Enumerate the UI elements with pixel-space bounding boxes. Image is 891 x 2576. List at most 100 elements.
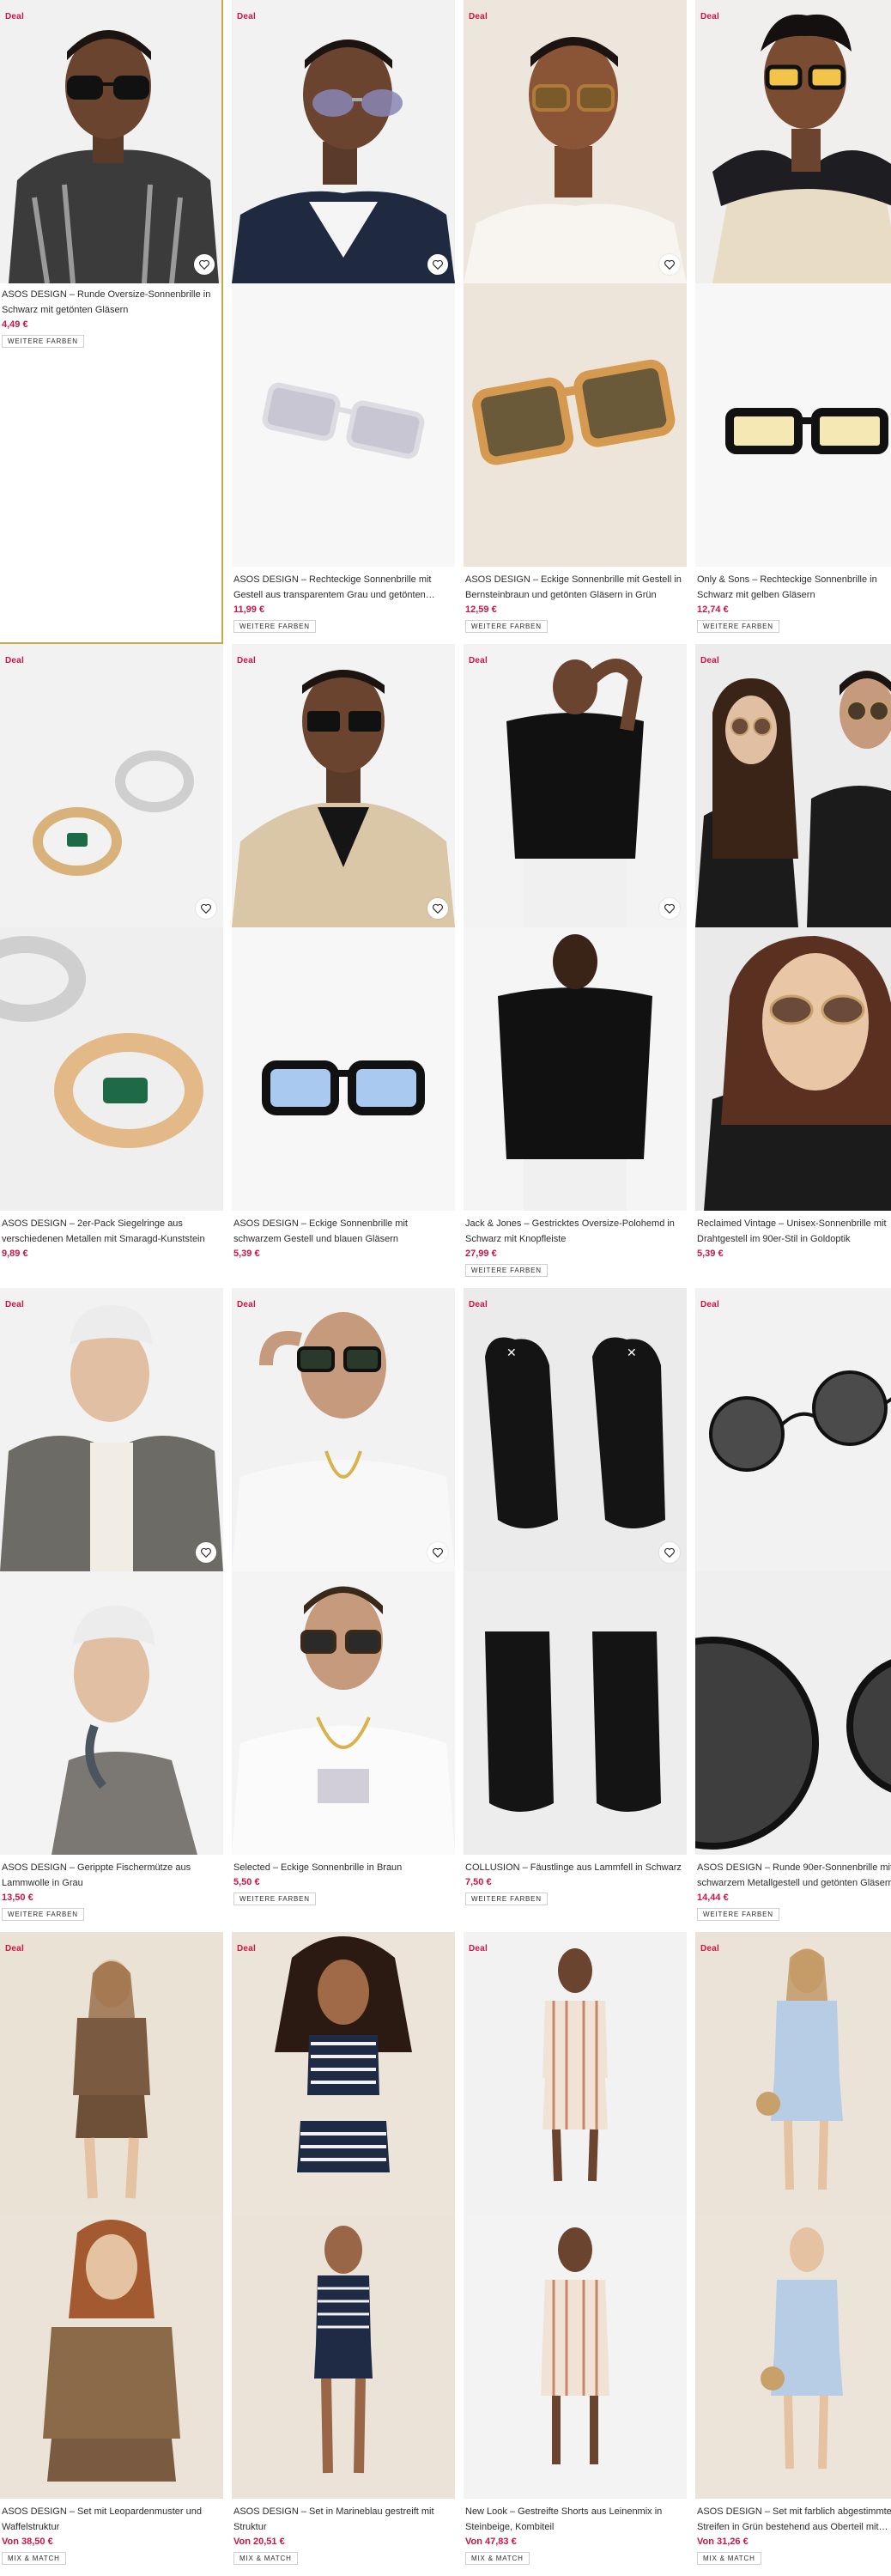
- product-card[interactable]: Deal ASOS DESIGN – Eckige Sonnenbrille m…: [464, 0, 687, 644]
- more-colors-pill[interactable]: WEITERE FARBEN: [233, 620, 316, 633]
- product-title[interactable]: Jack & Jones – Gestricktes Oversize-Polo…: [465, 1216, 683, 1247]
- product-card[interactable]: Deal Reclaimed Vintage – Unisex-Sonnenbr…: [695, 644, 891, 1288]
- product-image[interactable]: Deal: [0, 0, 221, 283]
- product-card[interactable]: Deal ASOS DESIGN – Set mit farblich abge…: [695, 1932, 891, 2576]
- product-price: 5,39 €: [233, 1249, 260, 1259]
- deal-badge: Deal: [5, 1944, 24, 1953]
- product-card[interactable]: Deal Jack & Jones – Gestricktes Oversize…: [464, 644, 687, 1288]
- product-image[interactable]: Deal: [464, 644, 687, 1211]
- model-photo: [695, 0, 891, 283]
- mix-match-pill[interactable]: MIX & MATCH: [2, 2552, 66, 2565]
- product-image[interactable]: Deal: [0, 644, 223, 1211]
- product-image[interactable]: Deal: [695, 0, 891, 567]
- model-photo: [232, 644, 455, 927]
- model-photo: [695, 644, 891, 927]
- product-image[interactable]: Deal: [695, 644, 891, 1211]
- product-price: 13,50 €: [2, 1893, 33, 1903]
- more-colors-pill[interactable]: WEITERE FARBEN: [2, 335, 84, 348]
- product-title[interactable]: Reclaimed Vintage – Unisex-Sonnenbrille …: [697, 1216, 891, 1247]
- save-heart-icon[interactable]: [659, 1542, 680, 1563]
- product-title[interactable]: ASOS DESIGN – Gerippte Fischermütze aus …: [2, 1860, 220, 1891]
- model-photo: [232, 1288, 455, 1571]
- product-card[interactable]: Deal ASOS DESIGN – Rechteckige Sonnenbri…: [232, 0, 455, 644]
- product-card[interactable]: Deal Only & Sons – Rechteckige Sonnenbri…: [695, 0, 891, 644]
- product-title[interactable]: ASOS DESIGN – Eckige Sonnenbrille mit Ge…: [465, 572, 683, 603]
- product-info: ASOS DESIGN – Eckige Sonnenbrille mit Ge…: [464, 567, 687, 633]
- product-title[interactable]: COLLUSION – Fäustlinge aus Lammfell in S…: [465, 1860, 683, 1875]
- product-info: ASOS DESIGN – Runde Oversize-Sonnenbrill…: [0, 283, 221, 348]
- product-card[interactable]: Deal ASOS DESIGN – Gerippte Fischermütze…: [0, 1288, 223, 1932]
- product-info: Reclaimed Vintage – Unisex-Sonnenbrille …: [695, 1211, 891, 1259]
- product-image[interactable]: Deal: [695, 1288, 891, 1855]
- product-title[interactable]: ASOS DESIGN – Set mit Leopardenmuster un…: [2, 2504, 220, 2535]
- save-heart-icon[interactable]: [194, 254, 215, 275]
- product-image[interactable]: Deal: [232, 1288, 455, 1855]
- more-colors-pill[interactable]: WEITERE FARBEN: [465, 620, 548, 633]
- more-colors-pill[interactable]: WEITERE FARBEN: [2, 1908, 84, 1921]
- model-photo: [0, 1932, 223, 2215]
- deal-badge: Deal: [469, 656, 488, 665]
- product-price: Von 38,50 €: [2, 2537, 53, 2547]
- product-title[interactable]: ASOS DESIGN – Rechteckige Sonnenbrille m…: [233, 572, 452, 603]
- product-info: New Look – Gestreifte Shorts aus Leinenm…: [464, 2499, 687, 2565]
- product-title[interactable]: New Look – Gestreifte Shorts aus Leinenm…: [465, 2504, 683, 2535]
- product-image[interactable]: Deal: [0, 1288, 223, 1855]
- save-heart-icon[interactable]: [196, 1542, 216, 1563]
- model-photo: [232, 0, 455, 283]
- product-title[interactable]: ASOS DESIGN – Set mit farblich abgestimm…: [697, 2504, 891, 2535]
- product-info: Jack & Jones – Gestricktes Oversize-Polo…: [464, 1211, 687, 1277]
- product-title[interactable]: ASOS DESIGN – Eckige Sonnenbrille mit sc…: [233, 1216, 452, 1247]
- product-image[interactable]: Deal: [0, 1932, 223, 2499]
- product-card[interactable]: Deal ASOS DESIGN – Runde Oversize-Sonnen…: [0, 0, 223, 644]
- save-heart-icon[interactable]: [427, 898, 448, 919]
- product-photo: [695, 1571, 891, 1855]
- save-heart-icon[interactable]: [427, 1542, 448, 1563]
- save-heart-icon[interactable]: [427, 254, 448, 275]
- product-image[interactable]: ✕ ✕ Deal: [464, 1288, 687, 1855]
- product-title[interactable]: Only & Sons – Rechteckige Sonnenbrille i…: [697, 572, 891, 603]
- product-image[interactable]: Deal: [232, 0, 455, 567]
- more-colors-pill[interactable]: WEITERE FARBEN: [465, 1264, 548, 1277]
- model-photo: [232, 1932, 455, 2215]
- model-photo: [464, 927, 687, 1211]
- product-title[interactable]: ASOS DESIGN – Runde Oversize-Sonnenbrill…: [2, 287, 218, 318]
- product-image[interactable]: Deal: [232, 644, 455, 1211]
- product-card[interactable]: Deal New Look – Gestreifte Shorts aus Le…: [464, 1932, 687, 2576]
- product-image[interactable]: Deal: [232, 1932, 455, 2499]
- product-photo: [464, 283, 687, 567]
- product-card[interactable]: ✕ ✕ Deal COLLUSION – Fäustlinge aus Lamm…: [464, 1288, 687, 1932]
- deal-badge: Deal: [237, 1944, 256, 1953]
- product-card[interactable]: Deal ASOS DESIGN – Set mit Leopardenmust…: [0, 1932, 223, 2576]
- product-card[interactable]: Deal Selected – Eckige Sonnenbrille in B…: [232, 1288, 455, 1932]
- product-photo: [695, 283, 891, 567]
- product-card[interactable]: Deal ASOS DESIGN – Eckige Sonnenbrille m…: [232, 644, 455, 1288]
- product-card[interactable]: Deal ASOS DESIGN – Runde 90er-Sonnenbril…: [695, 1288, 891, 1932]
- product-image[interactable]: Deal: [695, 1932, 891, 2499]
- product-photo: [0, 927, 223, 1211]
- more-colors-pill[interactable]: WEITERE FARBEN: [465, 1893, 548, 1905]
- mix-match-pill[interactable]: MIX & MATCH: [697, 2552, 761, 2565]
- model-photo: [0, 0, 221, 283]
- more-colors-pill[interactable]: WEITERE FARBEN: [697, 620, 779, 633]
- save-heart-icon[interactable]: [659, 898, 680, 919]
- product-title[interactable]: ASOS DESIGN – 2er-Pack Siegelringe aus v…: [2, 1216, 220, 1247]
- product-photo: ✕ ✕: [464, 1288, 687, 1571]
- product-photo: [232, 927, 455, 1211]
- product-image[interactable]: Deal: [464, 0, 687, 567]
- product-title[interactable]: ASOS DESIGN – Set in Marineblau gestreif…: [233, 2504, 452, 2535]
- product-info: Only & Sons – Rechteckige Sonnenbrille i…: [695, 567, 891, 633]
- product-card[interactable]: Deal ASOS DESIGN – Set in Marineblau ges…: [232, 1932, 455, 2576]
- mix-match-pill[interactable]: MIX & MATCH: [233, 2552, 298, 2565]
- product-title[interactable]: Selected – Eckige Sonnenbrille in Braun: [233, 1860, 452, 1875]
- more-colors-pill[interactable]: WEITERE FARBEN: [233, 1893, 316, 1905]
- mix-match-pill[interactable]: MIX & MATCH: [465, 2552, 530, 2565]
- product-price: 27,99 €: [465, 1249, 497, 1259]
- save-heart-icon[interactable]: [196, 898, 216, 919]
- product-price: 7,50 €: [465, 1877, 492, 1887]
- product-card[interactable]: Deal ASOS DESIGN – 2er-Pack Siegelringe …: [0, 644, 223, 1288]
- model-photo: [232, 1571, 455, 1855]
- save-heart-icon[interactable]: [659, 254, 680, 275]
- more-colors-pill[interactable]: WEITERE FARBEN: [697, 1908, 779, 1921]
- product-image[interactable]: Deal: [464, 1932, 687, 2499]
- product-title[interactable]: ASOS DESIGN – Runde 90er-Sonnenbrille mi…: [697, 1860, 891, 1891]
